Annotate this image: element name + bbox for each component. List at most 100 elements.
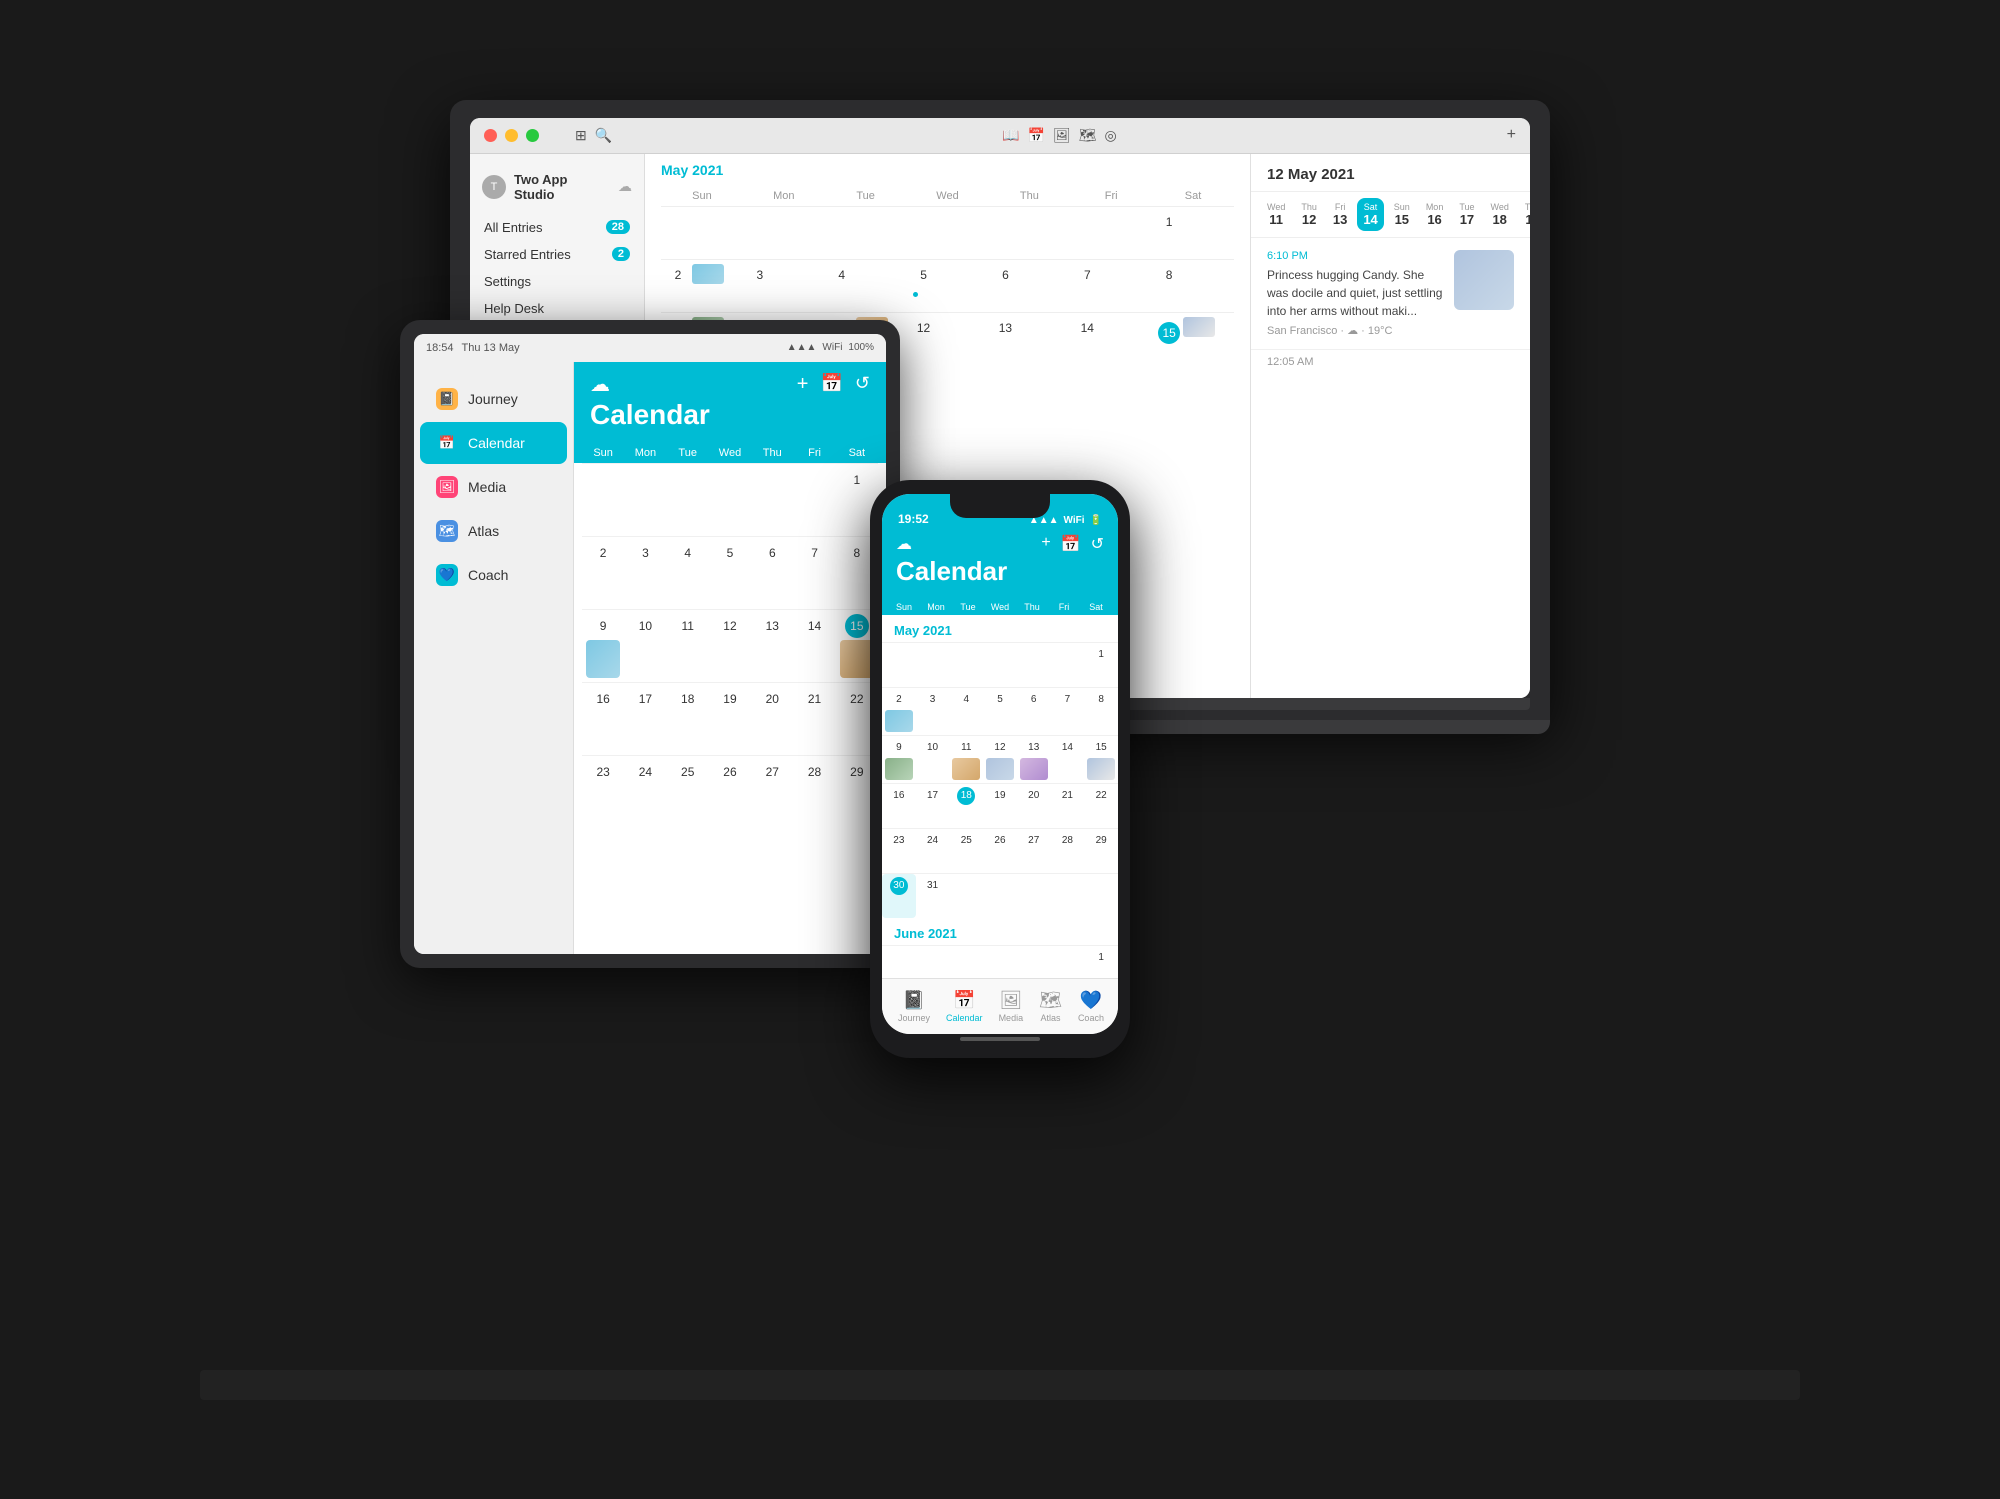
ipad-cell-18[interactable]: 18 xyxy=(667,683,709,755)
iphone-cell-2[interactable]: 2 xyxy=(882,688,916,735)
cal-cell-15-today[interactable]: 15 xyxy=(1152,313,1234,365)
ipad-cell[interactable] xyxy=(667,464,709,536)
iphone-tab-calendar[interactable]: 📅 Calendar xyxy=(938,986,991,1027)
ipad-cell[interactable] xyxy=(624,464,666,536)
ipad-cell-28[interactable]: 28 xyxy=(793,756,835,828)
ipad-cell[interactable] xyxy=(582,464,624,536)
ipad-cell-2[interactable]: 2 xyxy=(582,537,624,609)
ipad-cell-14[interactable]: 14 xyxy=(793,610,835,682)
iphone-cal-icon[interactable]: 📅 xyxy=(1061,534,1081,554)
iphone-cell[interactable] xyxy=(949,643,983,687)
iphone-cell[interactable] xyxy=(1017,874,1051,918)
sidebar-item-helpdesk[interactable]: Help Desk xyxy=(470,295,644,322)
cal-cell-2[interactable]: 2 xyxy=(661,260,743,312)
ipad-cell-20[interactable]: 20 xyxy=(751,683,793,755)
iphone-cell[interactable] xyxy=(916,946,950,978)
week-day-sun[interactable]: Sun15 xyxy=(1388,198,1416,231)
sidebar-item-starred[interactable]: Starred Entries 2 xyxy=(470,241,644,268)
ipad-cell-3[interactable]: 3 xyxy=(624,537,666,609)
toolbar-icon-sidebar[interactable]: ⊞ xyxy=(575,127,587,144)
ipad-cell-17[interactable]: 17 xyxy=(624,683,666,755)
ipad-cell-16[interactable]: 16 xyxy=(582,683,624,755)
iphone-tab-atlas[interactable]: 🗺 Atlas xyxy=(1031,986,1070,1027)
iphone-cell[interactable] xyxy=(882,946,916,978)
ipad-cell-27[interactable]: 27 xyxy=(751,756,793,828)
iphone-cell-14[interactable]: 14 xyxy=(1051,736,1085,783)
cal-cell-8[interactable]: 8 xyxy=(1152,260,1234,312)
iphone-cell-13[interactable]: 13 xyxy=(1017,736,1051,783)
iphone-cell[interactable] xyxy=(949,946,983,978)
close-button[interactable] xyxy=(484,129,497,142)
iphone-cell-5[interactable]: 5 xyxy=(983,688,1017,735)
iphone-cell[interactable] xyxy=(1051,874,1085,918)
sidebar-item-settings[interactable]: Settings xyxy=(470,268,644,295)
iphone-cell[interactable] xyxy=(882,643,916,687)
ipad-menu-atlas[interactable]: 🗺 Atlas xyxy=(420,510,567,552)
iphone-cell-26[interactable]: 26 xyxy=(983,829,1017,873)
iphone-cell[interactable] xyxy=(1084,874,1118,918)
iphone-cell[interactable] xyxy=(1051,643,1085,687)
iphone-tab-media[interactable]: 🖼 Media xyxy=(991,986,1032,1027)
iphone-tab-coach[interactable]: 💙 Coach xyxy=(1070,986,1112,1027)
ipad-cell-12[interactable]: 12 xyxy=(709,610,751,682)
cal-cell-5[interactable]: 5 xyxy=(907,260,989,312)
cal-cell-12[interactable]: 12 xyxy=(907,313,989,365)
cal-cell[interactable] xyxy=(661,207,743,259)
maximize-button[interactable] xyxy=(526,129,539,142)
iphone-cell-12[interactable]: 12 xyxy=(983,736,1017,783)
week-day-wed2[interactable]: Wed18 xyxy=(1485,198,1515,231)
cal-cell[interactable] xyxy=(907,207,989,259)
iphone-cell[interactable] xyxy=(949,874,983,918)
iphone-cell-15[interactable]: 15 xyxy=(1084,736,1118,783)
iphone-june-cell-1[interactable]: 1 xyxy=(1084,946,1118,978)
ipad-cell-10[interactable]: 10 xyxy=(624,610,666,682)
iphone-cell-29[interactable]: 29 xyxy=(1084,829,1118,873)
toolbar-icon-add[interactable]: + xyxy=(1507,126,1516,144)
iphone-cell-30[interactable]: 30 xyxy=(882,874,916,918)
ipad-add-icon[interactable]: + xyxy=(797,373,809,396)
sidebar-item-all-entries[interactable]: All Entries 28 xyxy=(470,214,644,241)
ipad-menu-journey[interactable]: 📓 Journey xyxy=(420,378,567,420)
iphone-cell-23[interactable]: 23 xyxy=(882,829,916,873)
ipad-cell-23[interactable]: 23 xyxy=(582,756,624,828)
iphone-cell[interactable] xyxy=(916,643,950,687)
ipad-cell-11[interactable]: 11 xyxy=(667,610,709,682)
iphone-cell-18[interactable]: 18 xyxy=(949,784,983,828)
iphone-cell[interactable] xyxy=(983,946,1017,978)
ipad-cell-4[interactable]: 4 xyxy=(667,537,709,609)
week-day-sat-selected[interactable]: Sat14 xyxy=(1357,198,1383,231)
cal-cell[interactable] xyxy=(988,207,1070,259)
iphone-cell-27[interactable]: 27 xyxy=(1017,829,1051,873)
ipad-cell-9[interactable]: 9 xyxy=(582,610,624,682)
ipad-cell-7[interactable]: 7 xyxy=(793,537,835,609)
ipad-menu-media[interactable]: 🖼 Media xyxy=(420,466,567,508)
iphone-cell-21[interactable]: 21 xyxy=(1051,784,1085,828)
iphone-cell-1[interactable]: 1 xyxy=(1084,643,1118,687)
iphone-cell-3[interactable]: 3 xyxy=(916,688,950,735)
iphone-cell-25[interactable]: 25 xyxy=(949,829,983,873)
week-day-thu[interactable]: Thu12 xyxy=(1295,198,1323,231)
ipad-cell-24[interactable]: 24 xyxy=(624,756,666,828)
cal-cell-7[interactable]: 7 xyxy=(1070,260,1152,312)
iphone-cell[interactable] xyxy=(1017,946,1051,978)
iphone-cell-20[interactable]: 20 xyxy=(1017,784,1051,828)
ipad-cell[interactable] xyxy=(751,464,793,536)
cal-cell-6[interactable]: 6 xyxy=(988,260,1070,312)
ipad-cell-13[interactable]: 13 xyxy=(751,610,793,682)
toolbar-icon-search[interactable]: 🔍 xyxy=(595,127,612,144)
week-day-fri[interactable]: Fri13 xyxy=(1327,198,1353,231)
iphone-cell[interactable] xyxy=(983,643,1017,687)
cal-cell-14[interactable]: 14 xyxy=(1070,313,1152,365)
iphone-refresh-icon[interactable]: ↺ xyxy=(1091,534,1104,554)
minimize-button[interactable] xyxy=(505,129,518,142)
iphone-cell-24[interactable]: 24 xyxy=(916,829,950,873)
ipad-cell-6[interactable]: 6 xyxy=(751,537,793,609)
cal-cell-3[interactable]: 3 xyxy=(743,260,825,312)
ipad-cal-icon[interactable]: 📅 xyxy=(820,373,842,396)
ipad-cell-19[interactable]: 19 xyxy=(709,683,751,755)
ipad-menu-calendar[interactable]: 📅 Calendar xyxy=(420,422,567,464)
ipad-refresh-icon[interactable]: ↺ xyxy=(855,373,870,396)
iphone-cell-31[interactable]: 31 xyxy=(916,874,950,918)
iphone-cell-6[interactable]: 6 xyxy=(1017,688,1051,735)
cal-cell-13[interactable]: 13 xyxy=(988,313,1070,365)
